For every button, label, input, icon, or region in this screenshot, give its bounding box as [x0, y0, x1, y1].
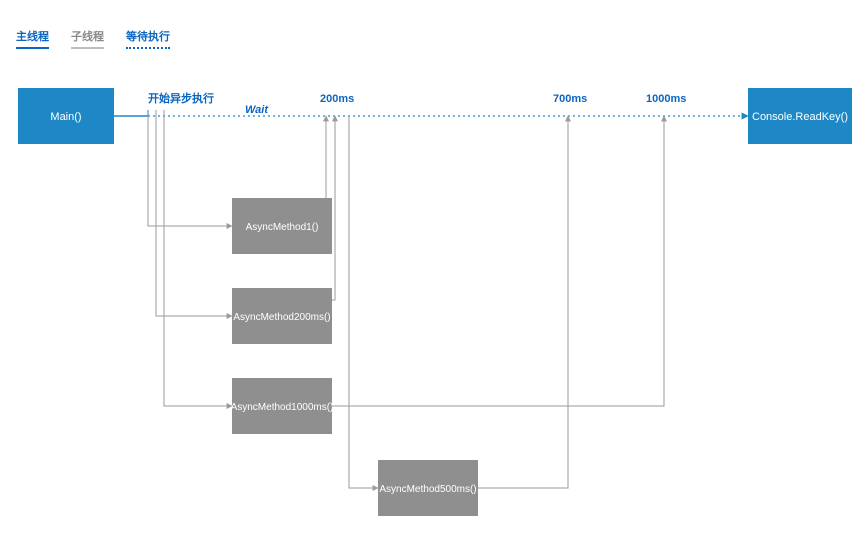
node-readkey: Console.ReadKey() — [748, 88, 852, 144]
node-async500: AsyncMethod500ms() — [378, 460, 478, 516]
node-async500-label: AsyncMethod500ms() — [379, 484, 476, 495]
node-async200-label: AsyncMethod200ms() — [233, 312, 330, 323]
arrow-async200-return — [332, 116, 335, 300]
node-main-label: Main() — [50, 111, 81, 123]
node-readkey-label: Console.ReadKey() — [752, 111, 848, 123]
tick-label-200: 200ms — [320, 93, 354, 105]
node-async1: AsyncMethod1() — [232, 198, 332, 254]
label-wait: Wait — [245, 104, 269, 116]
tick-label-700: 700ms — [553, 93, 587, 105]
tick-label-1000: 1000ms — [646, 93, 686, 105]
arrow-main-to-async200 — [156, 116, 232, 316]
label-start-async: 开始异步执行 — [148, 91, 214, 105]
arrow-main-to-async1 — [148, 116, 232, 226]
node-async1-label: AsyncMethod1() — [246, 222, 319, 233]
node-async200: AsyncMethod200ms() — [232, 288, 332, 344]
node-async1000-label: AsyncMethod1000ms() — [231, 402, 334, 413]
node-async1000: AsyncMethod1000ms() — [231, 378, 334, 434]
diagram-canvas: Main() Console.ReadKey() 开始异步执行 Wait 200… — [0, 0, 860, 549]
arrow-async500-return — [478, 116, 568, 488]
arrow-200-to-async500 — [349, 116, 378, 488]
arrow-main-to-async1000 — [164, 116, 232, 406]
node-main: Main() — [18, 88, 114, 144]
arrow-async1000-return — [332, 116, 664, 406]
